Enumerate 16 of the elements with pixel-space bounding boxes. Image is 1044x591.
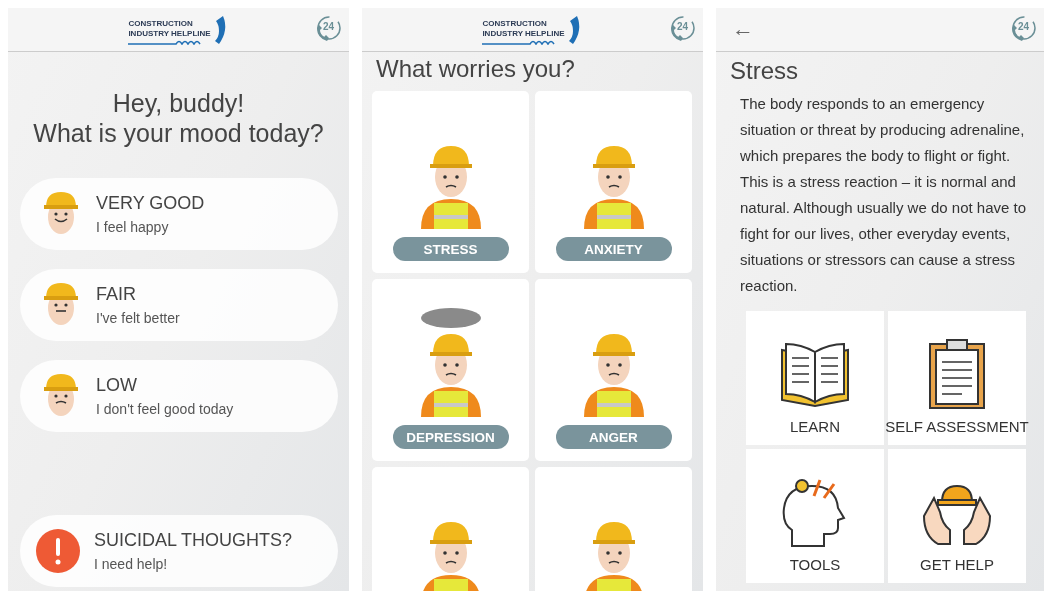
help-option[interactable]: SUICIDAL THOUGHTS? I need help!	[20, 515, 338, 587]
mood-option[interactable]: LOW I don't feel good today	[20, 360, 338, 432]
back-button[interactable]: ←	[728, 16, 758, 42]
description-text: The body responds to an emergency situation or threat by producing adrenaline, which prepares the body to flight or fight. This is a stress reaction – it is normal and natural. Although usually we do not have to fight for our lives, other everyday events, situations or stressors can cause a stress reaction.	[740, 94, 1028, 296]
greeting-text: Hey, buddy!	[111, 88, 246, 118]
menu-tile[interactable]: TOOLS	[746, 449, 884, 583]
screen-title: What worries you?	[376, 55, 576, 83]
mood-option[interactable]: FAIR I've felt better	[20, 269, 338, 341]
menu-tile[interactable]: GET HELP	[888, 449, 1026, 583]
menu-tile[interactable]: LEARN	[746, 311, 884, 445]
exclamation-icon	[36, 529, 80, 573]
question-text: What is your mood today?	[32, 118, 325, 148]
helpline-logo: CONSTRUCTION INDUSTRY HELPLINE	[128, 14, 229, 45]
screen-title: Stress	[730, 57, 799, 85]
mood-option[interactable]: VERY GOOD I feel happy	[20, 178, 338, 250]
helpline-logo: CONSTRUCTION INDUSTRY HELPLINE	[482, 14, 583, 45]
